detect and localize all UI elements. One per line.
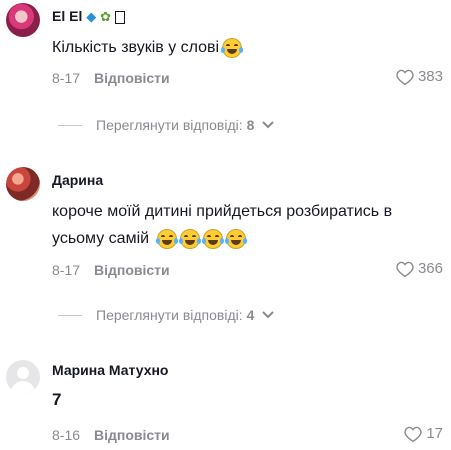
laughing-emoji-icon xyxy=(178,228,201,249)
reply-button[interactable]: Відповісти xyxy=(94,427,170,443)
like-button[interactable]: 366 xyxy=(396,260,443,277)
comment-text: Кількість звуків у слові xyxy=(52,34,244,61)
like-count: 17 xyxy=(426,425,443,442)
view-replies-button[interactable]: Переглянути відповіді: 4 xyxy=(58,307,276,323)
avatar[interactable] xyxy=(6,167,40,201)
comment-username[interactable]: El El ◆ ✿ xyxy=(52,8,125,25)
divider-line xyxy=(58,314,82,316)
comment-date: 8-16 xyxy=(52,427,81,443)
diamond-emoji-icon: ◆ xyxy=(86,9,97,25)
divider-line xyxy=(58,124,82,126)
sprout-emoji-icon: ✿ xyxy=(100,9,112,25)
laughing-emoji-icon xyxy=(221,37,244,58)
avatar[interactable] xyxy=(6,360,40,394)
laughing-emoji-icon xyxy=(224,228,247,249)
avatar[interactable] xyxy=(6,3,40,37)
like-button[interactable]: 383 xyxy=(396,68,443,85)
comment-date: 8-17 xyxy=(52,262,81,278)
chevron-down-icon xyxy=(262,311,275,319)
laughing-emoji-icon xyxy=(155,228,178,249)
comment-date: 8-17 xyxy=(52,70,81,86)
comment-text: 7 xyxy=(52,390,62,409)
like-count: 366 xyxy=(417,260,443,277)
comment-username[interactable]: Марина Матухно xyxy=(52,362,168,378)
like-button[interactable]: 17 xyxy=(404,425,443,442)
comment-text: короче моїй дитині прийдеться розбиратис… xyxy=(52,203,393,249)
laughing-emoji-icon xyxy=(201,228,224,249)
heart-icon xyxy=(396,69,414,85)
chevron-down-icon xyxy=(262,121,275,129)
default-avatar-head xyxy=(17,367,29,379)
heart-icon xyxy=(396,261,414,277)
comment-username[interactable]: Дарина xyxy=(52,172,103,188)
reply-button[interactable]: Відповісти xyxy=(94,262,170,278)
like-count: 383 xyxy=(417,68,443,85)
default-avatar-body xyxy=(11,381,35,394)
heart-icon xyxy=(404,426,422,442)
unknown-glyph-icon xyxy=(114,10,125,24)
view-replies-button[interactable]: Переглянути відповіді: 8 xyxy=(58,117,276,133)
reply-button[interactable]: Відповісти xyxy=(94,70,170,86)
